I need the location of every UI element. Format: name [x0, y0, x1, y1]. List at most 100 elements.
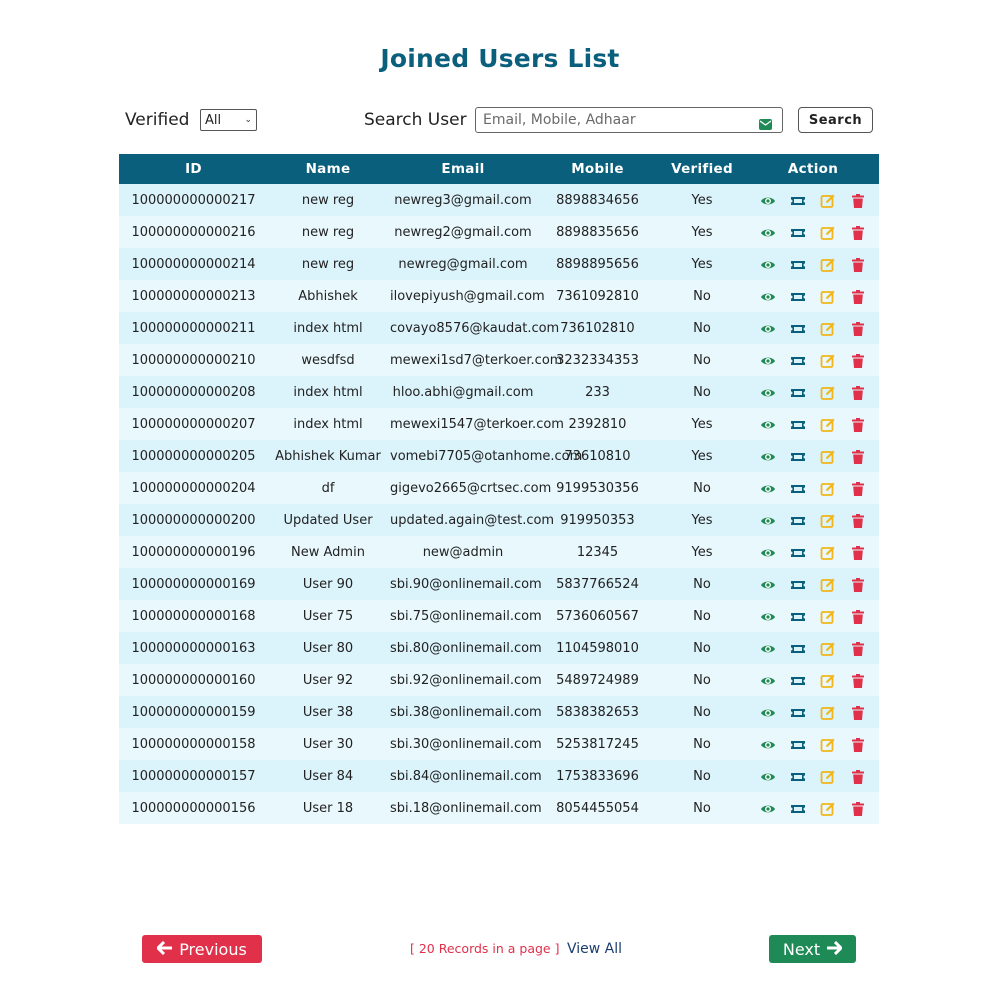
edit-icon[interactable]: [820, 353, 836, 369]
edit-icon[interactable]: [820, 289, 836, 305]
cell-email: newreg@gmail.com: [388, 248, 538, 280]
ticket-icon[interactable]: [790, 801, 806, 817]
edit-icon[interactable]: [820, 609, 836, 625]
edit-icon[interactable]: [820, 577, 836, 593]
eye-icon[interactable]: [760, 641, 776, 657]
table-row: 100000000000214 new reg newreg@gmail.com 88…: [119, 248, 879, 280]
ticket-icon[interactable]: [790, 673, 806, 689]
eye-icon[interactable]: [760, 737, 776, 753]
edit-icon[interactable]: [820, 193, 836, 209]
trash-icon[interactable]: [850, 609, 866, 625]
trash-icon[interactable]: [850, 321, 866, 337]
trash-icon[interactable]: [850, 481, 866, 497]
eye-icon[interactable]: [760, 289, 776, 305]
arrow-right-icon: [826, 940, 843, 959]
view-all-link[interactable]: View All: [567, 941, 622, 957]
ticket-icon[interactable]: [790, 385, 806, 401]
verified-filter-select[interactable]: All ⌄: [200, 109, 257, 131]
eye-icon[interactable]: [760, 449, 776, 465]
ticket-icon[interactable]: [790, 513, 806, 529]
cell-name: Updated User: [268, 504, 388, 536]
search-button[interactable]: Search: [798, 107, 873, 133]
trash-icon[interactable]: [850, 705, 866, 721]
trash-icon[interactable]: [850, 673, 866, 689]
edit-icon[interactable]: [820, 705, 836, 721]
trash-icon[interactable]: [850, 801, 866, 817]
edit-icon[interactable]: [820, 737, 836, 753]
trash-icon[interactable]: [850, 417, 866, 433]
edit-icon[interactable]: [820, 769, 836, 785]
ticket-icon[interactable]: [790, 545, 806, 561]
edit-icon[interactable]: [820, 449, 836, 465]
edit-icon[interactable]: [820, 481, 836, 497]
trash-icon[interactable]: [850, 193, 866, 209]
ticket-icon[interactable]: [790, 321, 806, 337]
cell-actions: [747, 664, 879, 696]
eye-icon[interactable]: [760, 513, 776, 529]
eye-icon[interactable]: [760, 577, 776, 593]
trash-icon[interactable]: [850, 577, 866, 593]
edit-icon[interactable]: [820, 225, 836, 241]
trash-icon[interactable]: [850, 257, 866, 273]
eye-icon[interactable]: [760, 769, 776, 785]
eye-icon[interactable]: [760, 673, 776, 689]
edit-icon[interactable]: [820, 385, 836, 401]
trash-icon[interactable]: [850, 641, 866, 657]
ticket-icon[interactable]: [790, 257, 806, 273]
search-input[interactable]: [476, 108, 746, 132]
trash-icon[interactable]: [850, 737, 866, 753]
ticket-icon[interactable]: [790, 193, 806, 209]
ticket-icon[interactable]: [790, 481, 806, 497]
edit-icon[interactable]: [820, 257, 836, 273]
ticket-icon[interactable]: [790, 737, 806, 753]
edit-icon[interactable]: [820, 641, 836, 657]
trash-icon[interactable]: [850, 513, 866, 529]
edit-icon[interactable]: [820, 545, 836, 561]
trash-icon[interactable]: [850, 385, 866, 401]
cell-verified: No: [657, 728, 747, 760]
ticket-icon[interactable]: [790, 641, 806, 657]
eye-icon[interactable]: [760, 257, 776, 273]
cell-id: 100000000000214: [119, 248, 268, 280]
eye-icon[interactable]: [760, 545, 776, 561]
ticket-icon[interactable]: [790, 577, 806, 593]
trash-icon[interactable]: [850, 225, 866, 241]
eye-icon[interactable]: [760, 801, 776, 817]
previous-button[interactable]: Previous: [142, 935, 262, 963]
eye-icon[interactable]: [760, 481, 776, 497]
cell-mobile: 919950353: [538, 504, 657, 536]
cell-actions: [747, 280, 879, 312]
edit-icon[interactable]: [820, 321, 836, 337]
trash-icon[interactable]: [850, 545, 866, 561]
eye-icon[interactable]: [760, 609, 776, 625]
eye-icon[interactable]: [760, 385, 776, 401]
edit-icon[interactable]: [820, 417, 836, 433]
cell-actions: [747, 472, 879, 504]
eye-icon[interactable]: [760, 353, 776, 369]
cell-actions: [747, 184, 879, 216]
ticket-icon[interactable]: [790, 705, 806, 721]
trash-icon[interactable]: [850, 769, 866, 785]
ticket-icon[interactable]: [790, 353, 806, 369]
ticket-icon[interactable]: [790, 417, 806, 433]
eye-icon[interactable]: [760, 193, 776, 209]
ticket-icon[interactable]: [790, 225, 806, 241]
edit-icon[interactable]: [820, 801, 836, 817]
trash-icon[interactable]: [850, 449, 866, 465]
ticket-icon[interactable]: [790, 449, 806, 465]
next-button[interactable]: Next: [769, 935, 856, 963]
eye-icon[interactable]: [760, 417, 776, 433]
eye-icon[interactable]: [760, 321, 776, 337]
edit-icon[interactable]: [820, 673, 836, 689]
cell-id: 100000000000207: [119, 408, 268, 440]
ticket-icon[interactable]: [790, 289, 806, 305]
eye-icon[interactable]: [760, 225, 776, 241]
ticket-icon[interactable]: [790, 769, 806, 785]
edit-icon[interactable]: [820, 513, 836, 529]
eye-icon[interactable]: [760, 705, 776, 721]
cell-mobile: 5838382653: [538, 696, 657, 728]
trash-icon[interactable]: [850, 353, 866, 369]
trash-icon[interactable]: [850, 289, 866, 305]
ticket-icon[interactable]: [790, 609, 806, 625]
cell-actions: [747, 600, 879, 632]
